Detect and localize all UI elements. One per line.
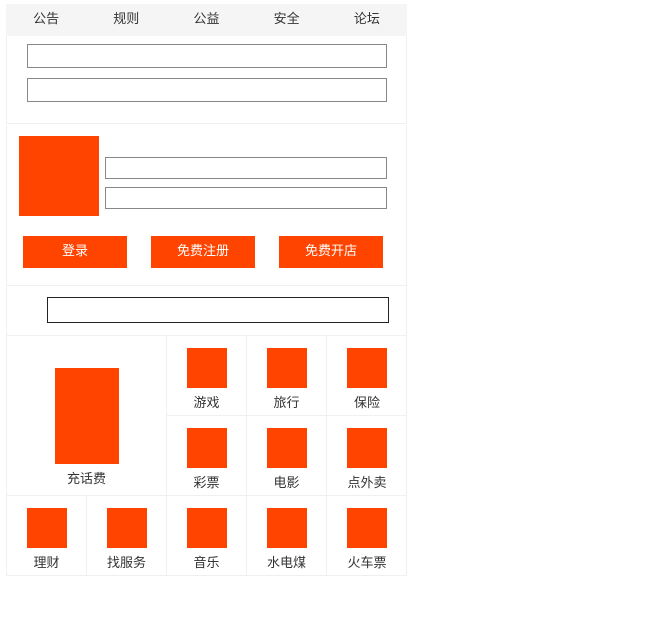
service-find-service[interactable]: 找服务 (87, 496, 167, 576)
service-label: 旅行 (273, 396, 300, 411)
service-label: 充话费 (66, 472, 106, 487)
service-music[interactable]: 音乐 (167, 496, 247, 576)
notice-tabs: 公告 规则 公益 安全 论坛 (6, 4, 407, 36)
service-grid: 充话费 游戏 旅行 保险 彩票 电影 点外卖 理财 找服务 音乐 水电煤 火车票 (6, 336, 407, 576)
service-label: 电影 (273, 476, 300, 491)
tab-forum[interactable]: 论坛 (327, 4, 407, 36)
utilities-icon (267, 508, 307, 548)
service-utilities[interactable]: 水电煤 (247, 496, 327, 576)
tab-security[interactable]: 安全 (247, 4, 327, 36)
login-button[interactable]: 登录 (23, 236, 127, 268)
service-finance[interactable]: 理财 (7, 496, 87, 576)
travel-icon (267, 348, 307, 388)
service-label: 点外卖 (347, 476, 387, 491)
service-train-ticket[interactable]: 火车票 (327, 496, 407, 576)
username-field[interactable] (105, 157, 387, 179)
find-service-icon (107, 508, 147, 548)
service-label: 彩票 (193, 476, 220, 491)
notice-content (6, 36, 407, 124)
notice-item[interactable] (27, 78, 387, 102)
finance-icon (27, 508, 67, 548)
service-label: 找服务 (106, 556, 146, 571)
open-shop-button[interactable]: 免费开店 (279, 236, 383, 268)
service-label: 理财 (33, 556, 60, 571)
service-label: 游戏 (193, 396, 220, 411)
service-insurance[interactable]: 保险 (327, 336, 407, 416)
password-field[interactable] (105, 187, 387, 209)
recharge-icon (55, 368, 119, 464)
tab-charity[interactable]: 公益 (166, 4, 246, 36)
tab-rules[interactable]: 规则 (86, 4, 166, 36)
service-recharge[interactable]: 充话费 (7, 336, 167, 496)
game-icon (187, 348, 227, 388)
takeout-icon (347, 428, 387, 468)
service-label: 音乐 (193, 556, 220, 571)
service-travel[interactable]: 旅行 (247, 336, 327, 416)
search-section (6, 286, 407, 336)
notice-item[interactable] (27, 44, 387, 68)
service-lottery[interactable]: 彩票 (167, 416, 247, 496)
search-input[interactable] (47, 297, 389, 323)
service-game[interactable]: 游戏 (167, 336, 247, 416)
lottery-icon (187, 428, 227, 468)
service-label: 保险 (353, 396, 380, 411)
login-panel: 登录 免费注册 免费开店 (6, 125, 407, 286)
register-button[interactable]: 免费注册 (151, 236, 255, 268)
avatar[interactable] (19, 136, 99, 216)
service-takeout[interactable]: 点外卖 (327, 416, 407, 496)
movie-icon (267, 428, 307, 468)
music-icon (187, 508, 227, 548)
service-movie[interactable]: 电影 (247, 416, 327, 496)
service-label: 火车票 (347, 556, 387, 571)
insurance-icon (347, 348, 387, 388)
service-label: 水电煤 (266, 556, 306, 571)
train-ticket-icon (347, 508, 387, 548)
tab-announcement[interactable]: 公告 (6, 4, 86, 36)
